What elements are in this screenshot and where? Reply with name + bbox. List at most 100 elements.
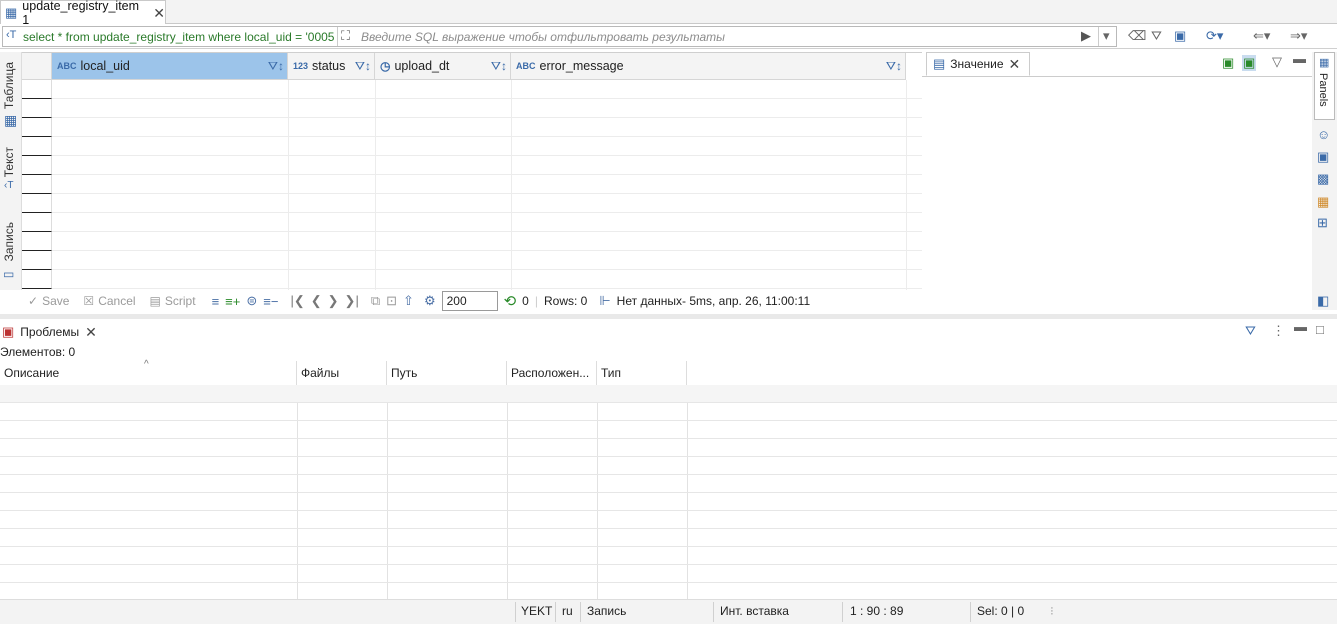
table-row[interactable] <box>52 175 922 194</box>
back-icon[interactable]: ⇐▾ <box>1253 29 1270 43</box>
table-row[interactable] <box>0 457 1337 475</box>
table-row[interactable] <box>0 511 1337 529</box>
filter-input[interactable]: Введите SQL выражение чтобы отфильтроват… <box>361 30 725 44</box>
tab-text[interactable]: Текст <box>2 147 16 177</box>
results-grid[interactable]: ABC local_uid ⛛↕ 123 status ⛛↕ ◷ upload_… <box>22 52 922 291</box>
add-row-icon[interactable]: ≡+ <box>225 294 240 309</box>
smiley-icon[interactable]: ☺ <box>1317 128 1330 142</box>
editor-tab[interactable]: ▦ update_registry_item 1 ✕ <box>0 0 166 27</box>
tab-record[interactable]: Запись <box>2 222 16 261</box>
group-icon[interactable]: ⊞ <box>1317 216 1328 230</box>
column-filter-icon[interactable]: ⛛↕ <box>491 59 507 74</box>
row-number-cell[interactable] <box>22 251 52 270</box>
edit-row-icon[interactable]: ≡ <box>212 294 220 309</box>
fetch-all-icon[interactable]: ⊡ <box>386 293 397 309</box>
table-row[interactable] <box>0 385 1337 403</box>
expand-icon[interactable]: ⛶ <box>341 29 350 43</box>
column-header-files[interactable]: Файлы <box>297 361 387 385</box>
table-row[interactable] <box>0 547 1337 565</box>
copy-row-icon[interactable]: ⊜ <box>246 293 257 309</box>
row-number-cell[interactable] <box>22 175 52 194</box>
save-value-icon[interactable]: ▣ <box>1222 56 1234 70</box>
settings-gear-icon[interactable]: ⚙ <box>424 293 436 309</box>
table-row[interactable] <box>0 475 1337 493</box>
panels-toggle[interactable]: ▦ Panels <box>1314 52 1335 120</box>
column-header-type[interactable]: Тип <box>597 361 687 385</box>
layout-icon[interactable]: ▣ <box>1317 150 1329 164</box>
column-filter-icon[interactable]: ⛛↕ <box>268 59 284 74</box>
eraser-icon[interactable]: ⌫ <box>1128 29 1146 43</box>
calculator-icon[interactable]: ▦ <box>1317 195 1329 209</box>
prev-page-icon[interactable]: ❮ <box>311 293 322 309</box>
row-number-cell[interactable] <box>22 213 52 232</box>
problems-table[interactable]: Описание ^ Файлы Путь Расположен... Тип <box>0 359 1337 601</box>
minimize-icon[interactable]: ▬ <box>1293 52 1306 66</box>
grid-pattern-icon[interactable]: ▩ <box>1317 172 1329 186</box>
collapse-panels-icon[interactable]: ◧ <box>1317 294 1329 308</box>
table-row[interactable] <box>52 194 922 213</box>
row-number-cell[interactable] <box>22 118 52 137</box>
table-row[interactable] <box>52 251 922 270</box>
table-row[interactable] <box>0 439 1337 457</box>
column-header-error-message[interactable]: ABC error_message ⛛↕ <box>511 53 906 80</box>
table-row[interactable] <box>52 232 922 251</box>
table-row[interactable] <box>52 270 922 289</box>
tab-value[interactable]: ▤ Значение ✕ <box>926 52 1030 76</box>
row-number-cell[interactable] <box>22 99 52 118</box>
column-filter-icon[interactable]: ⛛↕ <box>355 59 371 74</box>
row-number-cell[interactable] <box>22 270 52 289</box>
column-header-upload-dt[interactable]: ◷ upload_dt ⛛↕ <box>375 53 511 80</box>
column-filter-icon[interactable]: ⛛↕ <box>886 59 902 74</box>
view-menu-icon[interactable]: ▽ <box>1272 55 1282 69</box>
table-row[interactable] <box>52 118 922 137</box>
next-page-icon[interactable]: ❯ <box>328 293 339 309</box>
grid-corner[interactable] <box>22 53 52 80</box>
save-button[interactable]: ✓ Save <box>28 294 69 308</box>
more-icon[interactable]: ⋮ <box>1272 324 1285 338</box>
filter-icon[interactable]: ⛛ <box>1245 324 1256 338</box>
last-page-icon[interactable]: ❯| <box>345 293 359 309</box>
table-row[interactable] <box>0 493 1337 511</box>
filter-save-icon[interactable]: ▣ <box>1174 29 1186 43</box>
forward-icon[interactable]: ⇒▾ <box>1290 29 1307 43</box>
row-number-cell[interactable] <box>22 232 52 251</box>
tab-table[interactable]: Таблица <box>2 62 16 109</box>
table-row[interactable] <box>0 565 1337 583</box>
sql-filter-box[interactable]: ‹T select * from update_registry_item wh… <box>2 26 1117 47</box>
table-row[interactable] <box>0 529 1337 547</box>
maximize-icon[interactable]: □ <box>1316 323 1324 337</box>
table-row[interactable] <box>52 156 922 175</box>
delete-row-icon[interactable]: ≡− <box>263 294 278 309</box>
close-icon[interactable]: ✕ <box>85 325 97 339</box>
close-icon[interactable]: ✕ <box>1009 57 1021 71</box>
column-header-description[interactable]: Описание ^ <box>0 359 297 385</box>
row-number-cell[interactable] <box>22 156 52 175</box>
table-row[interactable] <box>0 421 1337 439</box>
filter-settings-icon[interactable]: ⛛ <box>1151 29 1162 43</box>
fetch-next-icon[interactable]: ⧉ <box>371 293 380 309</box>
column-header-path[interactable]: Путь <box>387 361 507 385</box>
auto-save-icon[interactable]: ▣ <box>1242 55 1257 71</box>
row-number-cell[interactable] <box>22 194 52 213</box>
tab-problems[interactable]: ▣ Проблемы ✕ <box>2 325 97 340</box>
row-number-cell[interactable] <box>22 80 52 99</box>
row-number-cell[interactable] <box>22 137 52 156</box>
first-page-icon[interactable]: |❮ <box>290 293 304 309</box>
table-row[interactable] <box>0 403 1337 421</box>
column-header-location[interactable]: Расположен... <box>507 361 597 385</box>
column-header-status[interactable]: 123 status ⛛↕ <box>288 53 375 80</box>
table-row[interactable] <box>52 99 922 118</box>
play-icon[interactable]: ▶ <box>1081 29 1091 43</box>
table-row[interactable] <box>52 137 922 156</box>
history-dropdown-icon[interactable]: ▾ <box>1103 29 1110 43</box>
table-row[interactable] <box>52 213 922 232</box>
script-button[interactable]: ▤ Script <box>150 294 196 308</box>
export-icon[interactable]: ⇧ <box>403 293 414 309</box>
refresh-dropdown-icon[interactable]: ⟳▾ <box>1206 29 1223 43</box>
minimize-icon[interactable]: ▬ <box>1294 320 1307 334</box>
cancel-button[interactable]: ☒ Cancel <box>83 294 135 308</box>
fetch-size-input[interactable]: 200 <box>441 291 498 311</box>
table-row[interactable] <box>52 80 922 99</box>
refresh-icon[interactable]: ⟲ <box>504 292 517 310</box>
close-icon[interactable]: ✕ <box>153 6 165 20</box>
